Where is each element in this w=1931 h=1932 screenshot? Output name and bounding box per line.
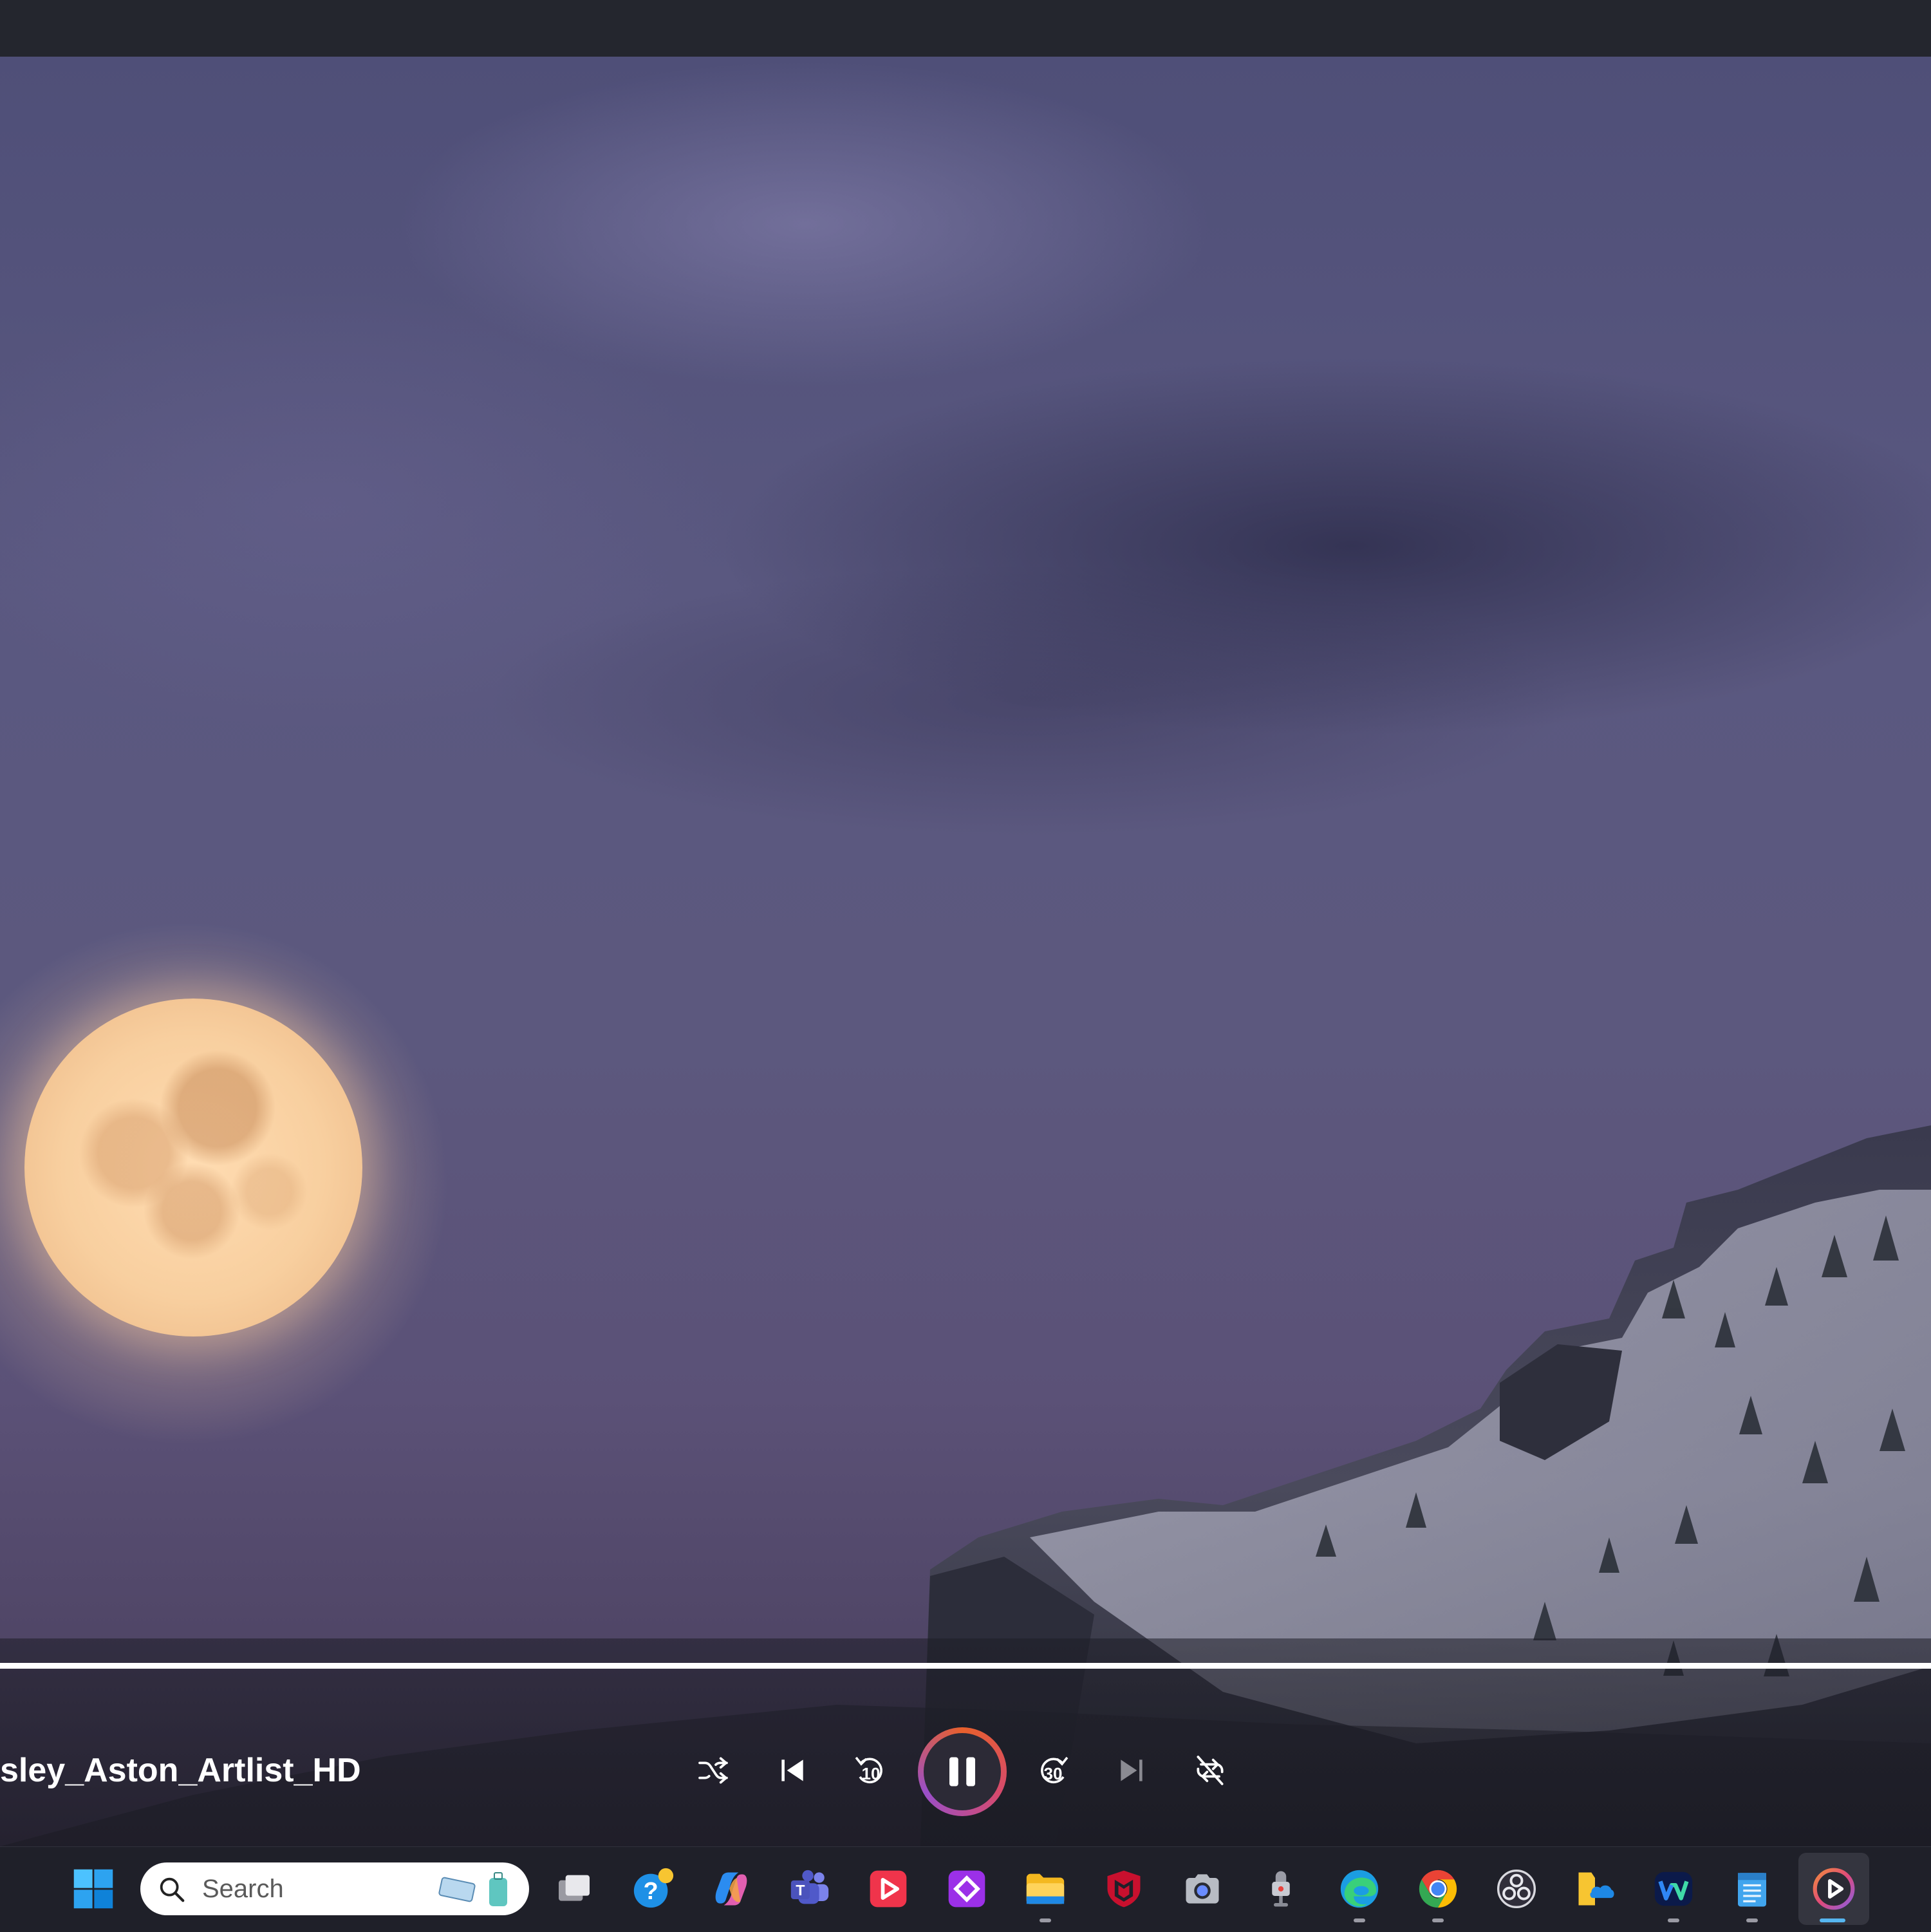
active-indicator bbox=[1820, 1918, 1845, 1922]
svg-text:T: T bbox=[796, 1882, 805, 1899]
taskbar-app-get-help[interactable]: ? bbox=[628, 1864, 678, 1914]
running-indicator bbox=[1432, 1918, 1444, 1922]
mcafee-shield-icon bbox=[1107, 1870, 1141, 1908]
next-icon bbox=[1121, 1759, 1143, 1781]
edge-icon bbox=[1340, 1870, 1379, 1908]
taskbar-app-notepad[interactable] bbox=[1727, 1864, 1777, 1914]
microphone-icon bbox=[1272, 1871, 1290, 1907]
taskbar-app-mcafee[interactable] bbox=[1099, 1864, 1149, 1914]
pause-icon bbox=[949, 1757, 975, 1787]
obs-icon bbox=[1497, 1869, 1536, 1909]
start-button[interactable] bbox=[68, 1864, 118, 1914]
task-view-button[interactable] bbox=[549, 1864, 599, 1914]
snowy-mountain bbox=[0, 1125, 1931, 1846]
chrome-icon bbox=[1419, 1870, 1457, 1908]
task-view-icon bbox=[559, 1875, 590, 1901]
taskbar-app-obs[interactable] bbox=[1491, 1864, 1542, 1914]
taskbar-app-video-player[interactable] bbox=[863, 1864, 913, 1914]
window-title-bar[interactable] bbox=[0, 0, 1931, 57]
purple-diamond-icon bbox=[948, 1870, 985, 1908]
taskbar-app-teams[interactable]: T bbox=[785, 1864, 835, 1914]
seek-bar[interactable] bbox=[0, 1663, 1931, 1669]
seek-bar-progress bbox=[0, 1663, 1931, 1669]
taskbar-search-box[interactable]: Search bbox=[140, 1862, 529, 1915]
taskbar-app-files[interactable] bbox=[1570, 1864, 1620, 1914]
files-cloud-icon bbox=[1578, 1872, 1614, 1906]
previous-icon bbox=[781, 1759, 803, 1781]
repeat-button[interactable] bbox=[1181, 1741, 1239, 1799]
taskbar-app-voice-recorder[interactable] bbox=[1256, 1864, 1306, 1914]
running-indicator bbox=[1746, 1918, 1758, 1922]
taskbar-app-purple[interactable] bbox=[942, 1864, 992, 1914]
running-indicator bbox=[1668, 1918, 1679, 1922]
red-play-icon bbox=[870, 1870, 907, 1908]
travel-highlight-icon bbox=[438, 1872, 507, 1906]
play-pause-inner bbox=[924, 1733, 1001, 1810]
notepad-icon bbox=[1738, 1873, 1766, 1907]
running-indicator bbox=[1354, 1918, 1365, 1922]
taskbar-app-chrome[interactable] bbox=[1413, 1864, 1463, 1914]
repeat-off-icon bbox=[1197, 1756, 1224, 1785]
svg-text:?: ? bbox=[644, 1878, 658, 1905]
media-player-icon bbox=[1813, 1868, 1855, 1910]
taskbar-app-media-player[interactable] bbox=[1809, 1864, 1859, 1914]
next-button[interactable] bbox=[1103, 1741, 1161, 1799]
media-title: sley_Aston_Artlist_HD bbox=[0, 1752, 361, 1789]
running-indicator bbox=[1040, 1918, 1051, 1922]
previous-button[interactable] bbox=[763, 1741, 821, 1799]
help-icon: ? bbox=[633, 1868, 674, 1908]
skip-back-seconds: 10 bbox=[861, 1764, 881, 1783]
search-icon bbox=[160, 1877, 185, 1902]
shuffle-icon bbox=[698, 1757, 728, 1784]
search-placeholder: Search bbox=[202, 1875, 284, 1903]
skip-forward-seconds: 30 bbox=[1043, 1764, 1063, 1783]
shuffle-button[interactable] bbox=[684, 1741, 742, 1799]
copilot-icon bbox=[715, 1872, 747, 1906]
teams-icon: T bbox=[790, 1870, 829, 1904]
taskbar-app-copilot[interactable] bbox=[706, 1864, 756, 1914]
folder-icon bbox=[1026, 1873, 1065, 1904]
taskbar-app-file-explorer[interactable] bbox=[1020, 1864, 1070, 1914]
taskbar-app-camera[interactable] bbox=[1177, 1864, 1227, 1914]
camera-icon bbox=[1186, 1874, 1219, 1904]
taskbar-app-edge[interactable] bbox=[1334, 1864, 1385, 1914]
webex-icon bbox=[1654, 1871, 1693, 1906]
windows-logo-icon bbox=[73, 1869, 113, 1909]
taskbar-app-webex[interactable] bbox=[1648, 1864, 1699, 1914]
play-pause-button[interactable] bbox=[918, 1727, 1007, 1816]
video-frame[interactable] bbox=[0, 57, 1931, 1846]
